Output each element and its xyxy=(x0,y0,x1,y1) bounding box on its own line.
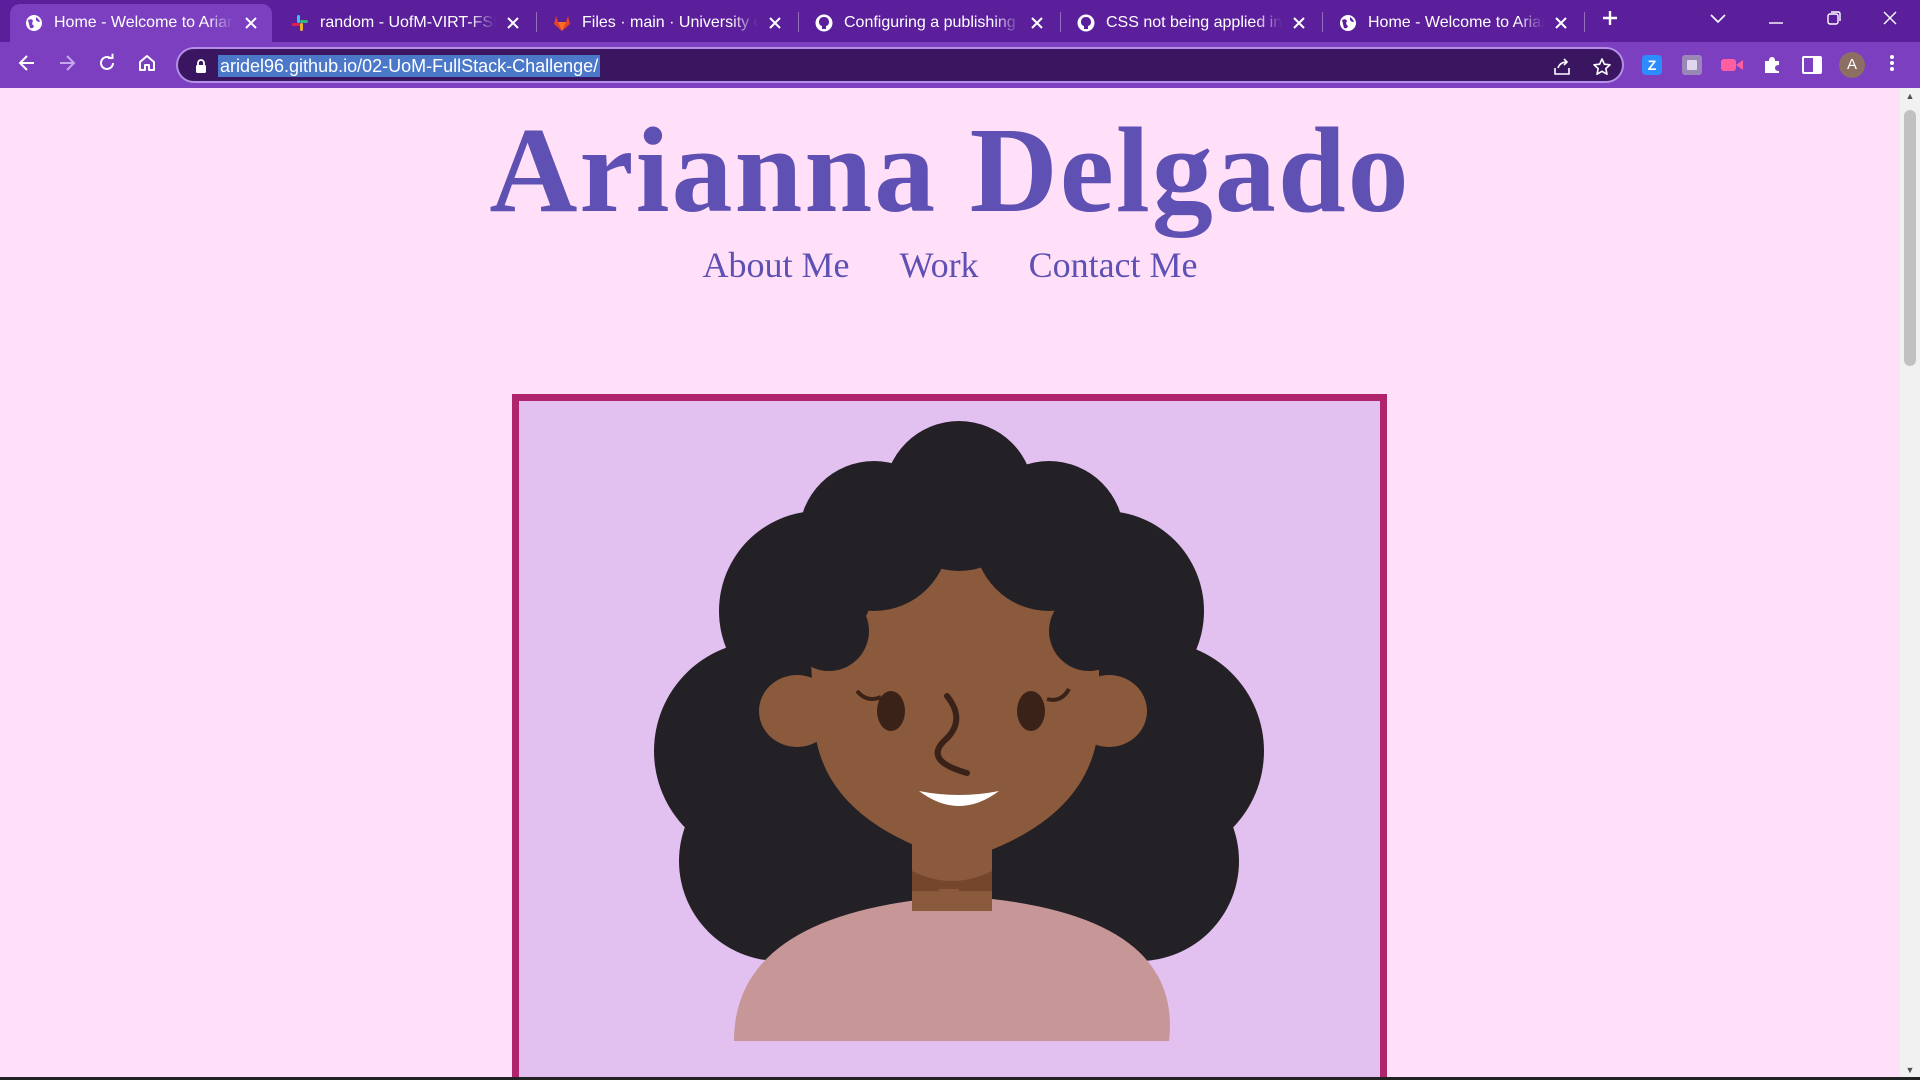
main-nav: About Me Work Contact Me xyxy=(0,244,1900,286)
more-vert-icon xyxy=(1889,54,1895,77)
nav-about-me[interactable]: About Me xyxy=(702,244,849,286)
github-icon xyxy=(1076,13,1096,33)
share-icon[interactable] xyxy=(1550,55,1574,79)
close-window-button[interactable] xyxy=(1862,0,1918,40)
tab-title: random - UofM-VIRT-FSF-PT xyxy=(320,14,496,31)
browser-toolbar: aridel96.github.io/02-UoM-FullStack-Chal… xyxy=(0,42,1920,88)
globe-icon xyxy=(24,13,44,33)
tab-separator xyxy=(1060,12,1061,32)
back-button[interactable] xyxy=(11,49,43,81)
forward-button[interactable] xyxy=(51,49,83,81)
home-button[interactable] xyxy=(131,49,163,81)
tab-0[interactable]: Home - Welcome to Arianna Delgado xyxy=(10,4,272,42)
tab-title: Files · main · University of Minnesota xyxy=(582,14,758,31)
tab-separator xyxy=(1322,12,1323,32)
nav-work[interactable]: Work xyxy=(899,244,978,286)
restore-icon xyxy=(1827,10,1841,30)
tab-2[interactable]: Files · main · University of Minnesota xyxy=(538,4,796,42)
zoom-icon[interactable]: Z xyxy=(1640,53,1664,77)
hero-image-frame xyxy=(512,394,1387,1078)
home-icon xyxy=(137,53,157,78)
close-icon[interactable] xyxy=(1026,12,1048,34)
scroll-up-icon[interactable]: ▲ xyxy=(1900,88,1920,104)
tab-strip: Home - Welcome to Arianna Delgado random… xyxy=(0,0,1920,42)
tab-title: CSS not being applied in pages xyxy=(1106,14,1282,31)
tab-separator xyxy=(536,12,537,32)
arrow-left-icon xyxy=(17,53,37,78)
gitlab-icon xyxy=(552,13,572,33)
address-bar[interactable]: aridel96.github.io/02-UoM-FullStack-Chal… xyxy=(176,47,1624,83)
minimize-icon xyxy=(1769,11,1783,29)
extension-box-icon[interactable] xyxy=(1680,53,1704,77)
close-icon[interactable] xyxy=(1288,12,1310,34)
lock-icon[interactable] xyxy=(192,57,210,75)
star-icon[interactable] xyxy=(1590,55,1614,79)
close-icon[interactable] xyxy=(502,12,524,34)
reload-icon xyxy=(97,53,117,78)
avatar-illustration xyxy=(654,421,1264,1041)
screen-record-icon[interactable] xyxy=(1720,53,1744,77)
restore-button[interactable] xyxy=(1806,0,1862,40)
side-panel-icon[interactable] xyxy=(1800,53,1824,77)
new-tab-button[interactable] xyxy=(1586,0,1634,40)
arrow-right-icon xyxy=(57,53,77,78)
tab-title: Home - Welcome to Arianna Delgado xyxy=(54,14,234,31)
site-title: Arianna Delgado xyxy=(489,103,1411,238)
tab-5[interactable]: Home - Welcome to Arianna Delgado xyxy=(1324,4,1582,42)
tab-separator xyxy=(798,12,799,32)
close-icon[interactable] xyxy=(1550,12,1572,34)
close-icon[interactable] xyxy=(764,12,786,34)
page-scrollbar[interactable]: ▲ ▼ xyxy=(1900,88,1920,1078)
puzzle-icon[interactable] xyxy=(1760,53,1784,77)
menu-button[interactable] xyxy=(1880,53,1904,77)
scroll-thumb[interactable] xyxy=(1904,110,1916,366)
tab-4[interactable]: CSS not being applied in pages xyxy=(1062,4,1320,42)
nav-contact-me[interactable]: Contact Me xyxy=(1029,244,1198,286)
url-text[interactable]: aridel96.github.io/02-UoM-FullStack-Chal… xyxy=(218,55,601,77)
chevron-down-icon xyxy=(1710,11,1726,29)
profile-initial: A xyxy=(1846,56,1857,73)
reload-button[interactable] xyxy=(91,49,123,81)
page-viewport: Arianna Delgado About Me Work Contact Me xyxy=(0,88,1900,1078)
profile-avatar[interactable]: A xyxy=(1838,51,1866,79)
tab-title: Home - Welcome to Arianna Delgado xyxy=(1368,14,1544,31)
close-icon[interactable] xyxy=(240,12,262,34)
globe-icon xyxy=(1338,13,1358,33)
plus-icon xyxy=(1601,9,1619,32)
tab-title: Configuring a publishing source xyxy=(844,14,1020,31)
github-icon xyxy=(814,13,834,33)
minimize-button[interactable] xyxy=(1748,0,1804,40)
close-icon xyxy=(1883,11,1897,30)
tab-3[interactable]: Configuring a publishing source xyxy=(800,4,1058,42)
scroll-down-icon[interactable]: ▼ xyxy=(1900,1062,1920,1078)
slack-icon xyxy=(290,13,310,33)
tab-separator xyxy=(1584,12,1585,32)
tab-1[interactable]: random - UofM-VIRT-FSF-PT xyxy=(276,4,534,42)
tab-search-button[interactable] xyxy=(1690,0,1746,40)
svg-text:Z: Z xyxy=(1648,57,1657,73)
